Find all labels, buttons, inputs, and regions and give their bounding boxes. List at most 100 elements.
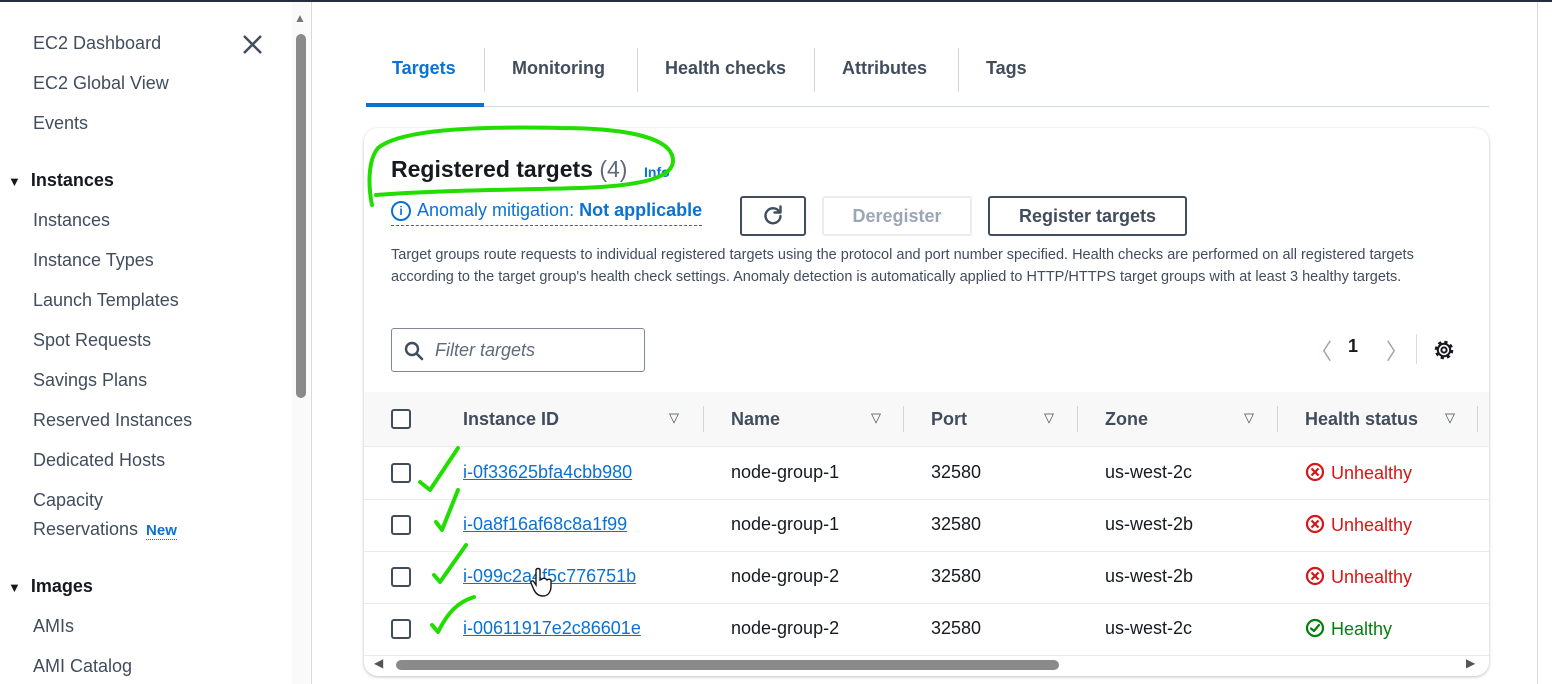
chevron-right-icon[interactable]: 〉 (1386, 334, 1408, 366)
table-header: Instance ID ▽ Name ▽ Port ▽ Zone ▽ Healt… (364, 392, 1489, 447)
scroll-up-icon[interactable]: ▲ (294, 11, 306, 25)
column-header-port[interactable]: Port (931, 409, 967, 430)
deregister-button[interactable]: Deregister (822, 196, 972, 236)
tab-separator (484, 48, 485, 92)
sidebar-nav: EC2 Dashboard EC2 Global View Events ▼ In… (0, 2, 292, 684)
target-zone: us-west-2b (1105, 514, 1194, 534)
sidebar-item-instance-types[interactable]: Instance Types (33, 250, 154, 271)
sidebar-scrollbar-thumb[interactable] (296, 34, 306, 398)
sidebar-item-savings-plans[interactable]: Savings Plans (33, 370, 147, 391)
page-right-border (1537, 2, 1538, 684)
instance-id-link[interactable]: i-0f33625bfa4cbb980 (463, 462, 632, 483)
row-checkbox[interactable] (391, 567, 411, 587)
health-status-text: Healthy (1331, 619, 1393, 639)
select-all-checkbox[interactable] (391, 409, 411, 429)
column-header-name[interactable]: Name (731, 409, 780, 430)
column-separator[interactable] (703, 406, 704, 432)
register-targets-button[interactable]: Register targets (988, 196, 1187, 236)
table-row: i-0a8f16af68c8a1f99 node-group-1 32580 u… (364, 499, 1489, 552)
panel-title-text: Registered targets (391, 156, 593, 182)
column-separator[interactable] (1277, 406, 1278, 432)
sort-icon[interactable]: ▽ (1044, 410, 1054, 426)
target-name: node-group-2 (731, 618, 840, 638)
tab-attributes[interactable]: Attributes (842, 58, 927, 79)
sort-icon[interactable]: ▽ (1244, 410, 1254, 426)
health-status: Unhealthy (1305, 514, 1412, 536)
tab-tags[interactable]: Tags (986, 58, 1027, 79)
sort-icon[interactable]: ▽ (1445, 410, 1455, 426)
tab-targets[interactable]: Targets (392, 58, 456, 79)
active-tab-indicator (366, 103, 484, 107)
tab-separator (814, 48, 815, 92)
gear-icon[interactable] (1432, 338, 1456, 362)
search-icon (404, 341, 424, 361)
panel-title: Registered targets (4) (391, 156, 627, 183)
health-status: Unhealthy (1305, 566, 1412, 588)
tab-monitoring[interactable]: Monitoring (512, 58, 605, 79)
target-port: 32580 (931, 618, 982, 638)
column-separator[interactable] (1077, 406, 1078, 432)
row-checkbox[interactable] (391, 463, 411, 483)
instance-id-link[interactable]: i-00611917e2c86601e (463, 618, 641, 639)
target-zone: us-west-2b (1105, 566, 1194, 586)
health-status-text: Unhealthy (1331, 463, 1413, 483)
sidebar-item-instances[interactable]: Instances (33, 210, 110, 231)
panel-description: Target groups route requests to individu… (391, 247, 1414, 285)
scroll-right-icon[interactable]: ▶ (1466, 656, 1475, 670)
table-row: i-099c2a4f5c776751b node-group-2 32580 u… (364, 551, 1489, 604)
sidebar-item-label: Reservations (33, 519, 139, 539)
info-icon: i (391, 201, 411, 221)
sidebar-item-capacity-reservations[interactable]: Capacity Reservations New (33, 490, 177, 547)
sidebar-item-ami-catalog[interactable]: AMI Catalog (33, 656, 132, 677)
close-icon[interactable] (240, 32, 266, 58)
pager-separator (1416, 334, 1417, 364)
sidebar-section-instances[interactable]: ▼ Instances (8, 170, 114, 191)
success-icon (1305, 618, 1325, 638)
sidebar-item-spot-requests[interactable]: Spot Requests (33, 330, 151, 351)
target-count: (4) (599, 156, 628, 182)
sidebar-section-label: Images (30, 576, 93, 596)
health-status-text: Unhealthy (1331, 567, 1413, 587)
refresh-icon (764, 205, 782, 225)
sidebar-item-reserved-instances[interactable]: Reserved Instances (33, 410, 192, 431)
sort-icon[interactable]: ▽ (871, 410, 881, 426)
target-zone: us-west-2c (1105, 462, 1193, 482)
chevron-left-icon[interactable]: 〈 (1310, 334, 1332, 366)
anomaly-label: Anomaly mitigation: (417, 200, 575, 220)
sidebar-section-label: Instances (30, 170, 114, 190)
sidebar-item-ec2-global-view[interactable]: EC2 Global View (33, 73, 169, 94)
anomaly-value: Not applicable (579, 200, 703, 220)
column-header-health-status[interactable]: Health status (1305, 409, 1418, 430)
row-checkbox[interactable] (391, 515, 411, 535)
anomaly-mitigation-link[interactable]: i Anomaly mitigation: Not applicable (391, 200, 703, 226)
page-number[interactable]: 1 (1348, 336, 1358, 357)
scroll-left-icon[interactable]: ◀ (374, 656, 383, 670)
sidebar-section-images[interactable]: ▼ Images (8, 576, 93, 597)
info-link[interactable]: Info (644, 164, 670, 180)
tab-separator (958, 48, 959, 92)
refresh-button[interactable] (740, 196, 806, 236)
instance-id-link[interactable]: i-099c2a4f5c776751b (463, 566, 636, 587)
target-name: node-group-1 (731, 514, 840, 534)
target-port: 32580 (931, 462, 982, 482)
filter-targets-input[interactable]: Filter targets (391, 328, 645, 372)
horizontal-scrollbar-thumb[interactable] (396, 660, 1059, 670)
target-port: 32580 (931, 514, 982, 534)
sidebar-item-ec2-dashboard[interactable]: EC2 Dashboard (33, 33, 161, 54)
sidebar-divider (311, 2, 312, 684)
column-separator[interactable] (1477, 406, 1478, 432)
column-header-instance-id[interactable]: Instance ID (463, 409, 559, 430)
column-separator[interactable] (903, 406, 904, 432)
sidebar-item-dedicated-hosts[interactable]: Dedicated Hosts (33, 450, 165, 471)
sidebar-item-amis[interactable]: AMIs (33, 616, 74, 637)
instance-id-link[interactable]: i-0a8f16af68c8a1f99 (463, 514, 627, 535)
table-horizontal-scrollbar[interactable]: ◀ ▶ (364, 656, 1489, 674)
column-header-zone[interactable]: Zone (1105, 409, 1148, 430)
sidebar-item-events[interactable]: Events (33, 113, 88, 134)
row-checkbox[interactable] (391, 619, 411, 639)
tab-health-checks[interactable]: Health checks (665, 58, 786, 79)
tabs-baseline (366, 106, 1489, 107)
error-icon (1305, 566, 1325, 586)
sort-icon[interactable]: ▽ (669, 410, 679, 426)
sidebar-item-launch-templates[interactable]: Launch Templates (33, 290, 179, 311)
